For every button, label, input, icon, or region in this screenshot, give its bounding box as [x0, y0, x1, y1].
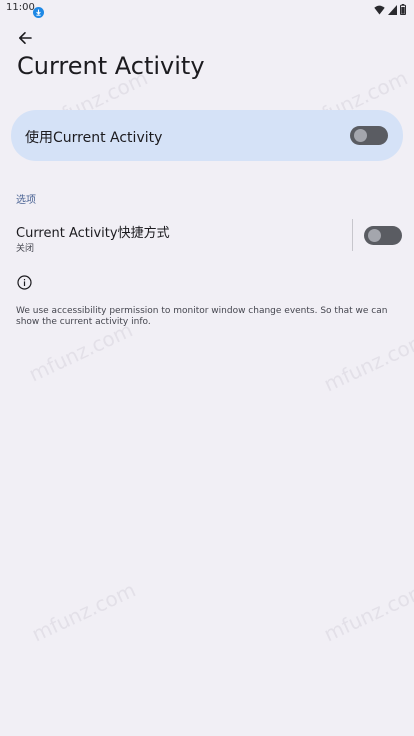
page-title: Current Activity — [17, 52, 205, 80]
section-header: 选项 — [16, 195, 36, 206]
back-button[interactable] — [12, 28, 38, 50]
shortcut-row[interactable]: Current Activity快捷方式 关闭 — [0, 214, 414, 258]
main-switch-label: 使用Current Activity — [25, 130, 163, 146]
switch-thumb — [368, 229, 381, 242]
main-switch-card[interactable]: 使用Current Activity — [11, 110, 403, 161]
status-bar: 11:00 — [0, 0, 414, 18]
watermark: mfunz.com — [320, 577, 414, 647]
shortcut-summary: 关闭 — [16, 244, 35, 254]
status-icons — [374, 2, 406, 16]
arrow-left-icon — [18, 30, 32, 49]
info-text: We use accessibility permission to monit… — [16, 306, 388, 327]
download-icon — [33, 3, 44, 18]
switch-thumb — [354, 129, 367, 142]
divider — [352, 219, 353, 251]
battery-icon — [400, 0, 406, 19]
shortcut-title: Current Activity快捷方式 — [16, 226, 170, 241]
shortcut-toggle[interactable] — [364, 226, 402, 245]
wifi-icon — [374, 0, 385, 19]
watermark: mfunz.com — [320, 327, 414, 397]
main-switch-toggle[interactable] — [350, 126, 388, 145]
status-time: 11:00 — [6, 2, 35, 13]
watermark: mfunz.com — [28, 577, 140, 647]
info-icon — [17, 275, 32, 290]
cellular-icon — [388, 0, 397, 19]
